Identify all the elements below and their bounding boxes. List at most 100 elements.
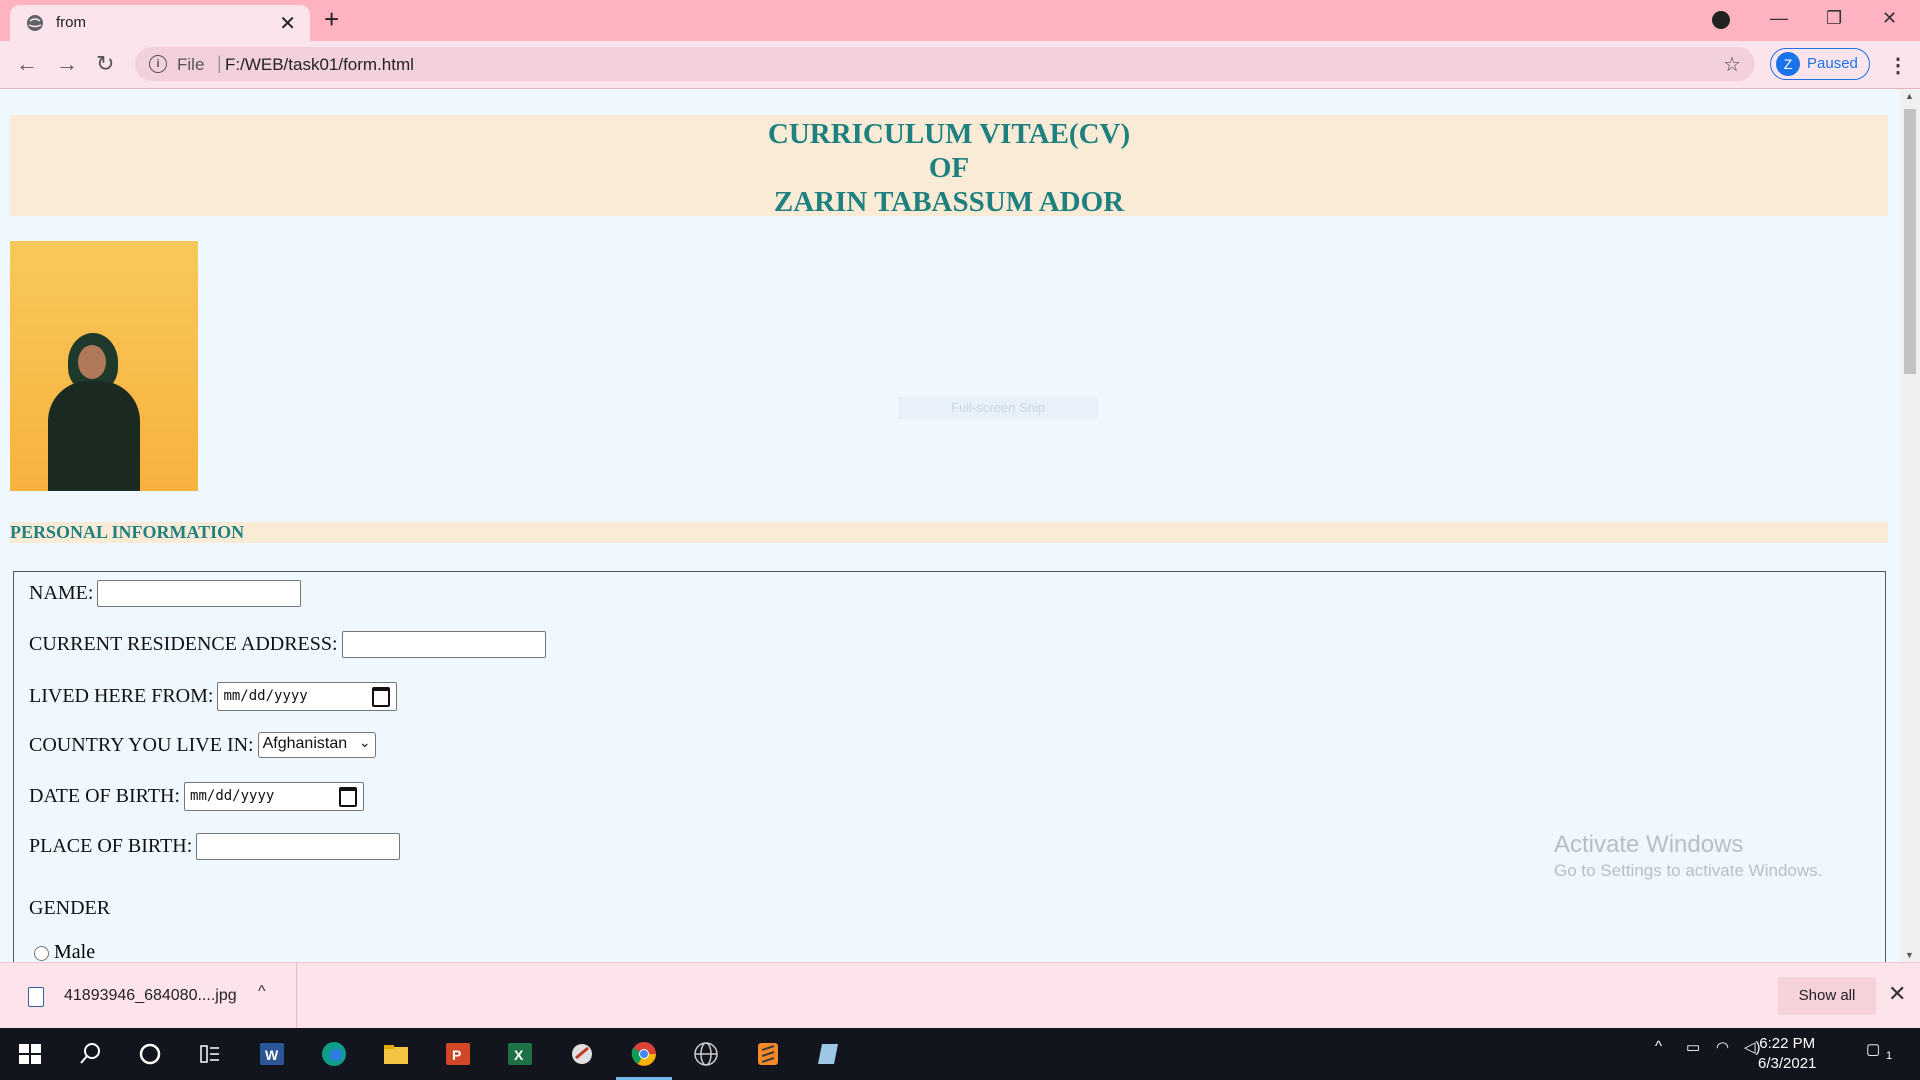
downloads-close-icon[interactable]: ✕	[1888, 981, 1906, 1007]
gender-male-option[interactable]: Male	[34, 941, 95, 962]
window-close-icon[interactable]: ✕	[1882, 8, 1897, 29]
browser-tab[interactable]: from ✕	[10, 5, 310, 41]
cv-title-line2: OF	[928, 152, 970, 184]
calendar-icon[interactable]	[372, 687, 391, 707]
country-select[interactable]: Afghanistan ⌄	[257, 732, 376, 758]
bookmark-star-icon[interactable]: ☆	[1723, 52, 1741, 77]
activate-windows-subtitle: Go to Settings to activate Windows.	[1554, 861, 1823, 880]
country-label: COUNTRY YOU LIVE IN:	[29, 733, 254, 756]
dob-row: DATE OF BIRTH: mm/dd/yyyy	[29, 782, 365, 811]
svg-text:W: W	[265, 1047, 279, 1063]
chevron-down-icon: ⌄	[358, 734, 371, 750]
activate-windows-title: Activate Windows	[1554, 831, 1744, 858]
sublime-text-icon[interactable]	[754, 1040, 782, 1068]
gender-heading: GENDER	[29, 897, 111, 919]
task-view-icon[interactable]	[196, 1040, 224, 1068]
address-input[interactable]	[341, 631, 546, 658]
cortana-icon[interactable]	[136, 1040, 164, 1068]
notes-app-icon[interactable]	[816, 1040, 844, 1068]
tab-search-icon[interactable]	[1712, 11, 1730, 29]
section-heading-personal: PERSONAL INFORMATION	[10, 522, 1888, 543]
file-icon	[28, 987, 44, 1007]
clock-date: 6/3/2021	[1758, 1055, 1817, 1072]
calendar-icon[interactable]	[339, 787, 358, 807]
taskbar-clock[interactable]: 6:22 PM 6/3/2021	[1758, 1034, 1816, 1074]
svg-text:X: X	[514, 1047, 524, 1063]
lived-label: LIVED HERE FROM:	[29, 685, 214, 707]
pob-row: PLACE OF BIRTH:	[29, 833, 401, 860]
address-scheme-label: File	[177, 55, 205, 74]
search-icon[interactable]	[76, 1040, 104, 1068]
edge-icon[interactable]	[320, 1040, 348, 1068]
name-row: NAME:	[29, 580, 302, 607]
forward-icon[interactable]: →	[56, 51, 78, 77]
scroll-up-icon[interactable]: ▲	[1905, 91, 1914, 101]
country-value: Afghanistan	[262, 735, 348, 752]
network-globe-icon[interactable]	[692, 1040, 720, 1068]
page-viewport: CURRICULUM VITAE(CV) OF ZARIN TABASSUM A…	[0, 89, 1900, 962]
address-bar[interactable]: i File | F:/WEB/task01/form.html ☆	[135, 47, 1755, 81]
lived-row: LIVED HERE FROM: mm/dd/yyyy	[29, 682, 398, 711]
dob-date-placeholder: mm/dd/yyyy	[190, 788, 275, 804]
menu-icon[interactable]: ⋮	[1888, 53, 1908, 78]
snip-overlay: Full-screen Snip	[898, 397, 1098, 419]
snipping-tool-icon[interactable]	[568, 1040, 596, 1068]
country-row: COUNTRY YOU LIVE IN: Afghanistan ⌄	[29, 732, 376, 758]
avatar: Z	[1776, 52, 1800, 76]
address-url[interactable]: F:/WEB/task01/form.html	[225, 55, 414, 75]
chevron-up-tray-icon[interactable]: ^	[1655, 1038, 1662, 1055]
windows-taskbar: W P X ^ ▭ ◠ ◁) 6:22 PM 6/3/2021 ▢ 1	[0, 1028, 1920, 1080]
name-input[interactable]	[97, 580, 302, 607]
gender-male-label: Male	[54, 941, 96, 962]
profile-status: Paused	[1807, 55, 1858, 72]
profile-photo	[10, 241, 198, 491]
vertical-scrollbar[interactable]: ▲ ▼	[1900, 89, 1920, 962]
globe-icon	[27, 15, 43, 31]
battery-icon[interactable]: ▭	[1686, 1038, 1700, 1056]
scroll-thumb[interactable]	[1904, 109, 1916, 374]
name-label: NAME:	[29, 582, 94, 604]
dob-label: DATE OF BIRTH:	[29, 785, 181, 807]
download-item[interactable]: 41893946_684080....jpg ^	[0, 963, 297, 1029]
address-label: CURRENT RESIDENCE ADDRESS:	[29, 633, 338, 655]
windows-start-icon[interactable]	[16, 1040, 44, 1068]
notification-icon[interactable]: ▢	[1866, 1040, 1880, 1058]
lived-date-placeholder: mm/dd/yyyy	[223, 688, 308, 704]
tab-close-icon[interactable]: ✕	[279, 11, 296, 36]
chrome-icon[interactable]	[630, 1040, 658, 1068]
powerpoint-icon[interactable]: P	[444, 1040, 472, 1068]
pob-label: PLACE OF BIRTH:	[29, 835, 193, 857]
photo-body-shape	[48, 381, 140, 491]
notification-count: 1	[1886, 1050, 1893, 1062]
chevron-up-icon[interactable]: ^	[258, 983, 266, 1001]
downloads-bar: 41893946_684080....jpg ^ Show all ✕	[0, 962, 1920, 1029]
site-info-icon[interactable]: i	[149, 55, 167, 73]
pob-input[interactable]	[196, 833, 401, 860]
personal-info-fieldset: NAME: CURRENT RESIDENCE ADDRESS: LIVED H…	[13, 571, 1886, 962]
address-separator: |	[217, 53, 222, 73]
scroll-down-icon[interactable]: ▼	[1905, 950, 1914, 960]
cv-header: CURRICULUM VITAE(CV) OF ZARIN TABASSUM A…	[10, 115, 1888, 218]
show-all-button[interactable]: Show all	[1778, 977, 1876, 1015]
download-file-name[interactable]: 41893946_684080....jpg	[64, 987, 237, 1005]
minimize-icon[interactable]: —	[1770, 8, 1788, 29]
radio-male[interactable]	[34, 945, 49, 961]
restore-icon[interactable]: ❐	[1826, 8, 1842, 29]
wifi-icon[interactable]: ◠	[1716, 1038, 1729, 1056]
browser-tab-bar: from ✕ + — ❐ ✕	[0, 0, 1920, 41]
new-tab-button[interactable]: +	[324, 6, 339, 32]
file-explorer-icon[interactable]	[382, 1040, 410, 1068]
clock-time: 6:22 PM	[1759, 1035, 1816, 1052]
photo-face-shape	[78, 345, 106, 379]
svg-text:P: P	[452, 1047, 461, 1063]
word-icon[interactable]: W	[258, 1040, 286, 1068]
excel-icon[interactable]: X	[506, 1040, 534, 1068]
address-row: CURRENT RESIDENCE ADDRESS:	[29, 631, 546, 658]
dob-date-input[interactable]: mm/dd/yyyy	[184, 782, 365, 811]
back-icon[interactable]: ←	[16, 51, 38, 77]
profile-button[interactable]: Z Paused	[1770, 48, 1870, 80]
cv-title-line3: ZARIN TABASSUM ADOR	[773, 186, 1125, 218]
reload-icon[interactable]: ↻	[96, 51, 114, 77]
lived-date-input[interactable]: mm/dd/yyyy	[217, 682, 398, 711]
browser-toolbar: ← → ↻ i File | F:/WEB/task01/form.html ☆…	[0, 41, 1920, 89]
